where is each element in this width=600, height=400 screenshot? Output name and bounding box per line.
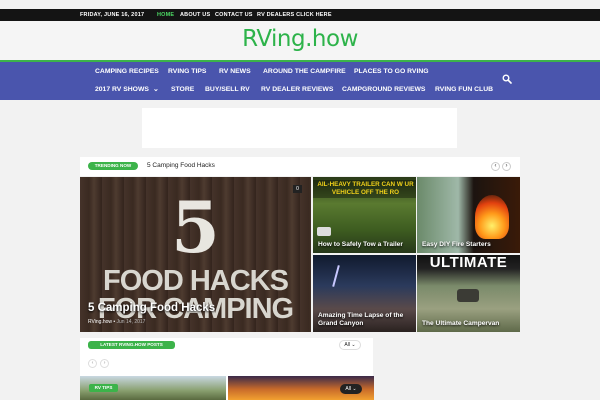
tile-title[interactable]: How to Safely Tow a Trailer	[318, 241, 403, 249]
tile-image-text: ULTIMATE	[429, 255, 508, 271]
featured-image-text: FOOD HACKS FOR CAMPING	[97, 265, 294, 325]
filter-value: All	[345, 386, 351, 392]
tile-title[interactable]: Easy DIY Fire Starters	[422, 241, 491, 249]
topbar-link-home[interactable]: HOME	[157, 12, 174, 18]
topbar-link-contact-us[interactable]: CONTACT US	[215, 12, 253, 18]
nav-item-camping-recipes[interactable]: CAMPING RECIPES	[95, 68, 159, 75]
latest-post-road[interactable]: RV TIPS	[80, 376, 226, 400]
latest-next-button[interactable]: ›	[100, 359, 109, 368]
search-icon[interactable]	[502, 74, 512, 84]
site-logo[interactable]: RVing.how	[0, 26, 600, 52]
top-bar: FRIDAY, JUNE 16, 2017 HOME ABOUT US CONT…	[0, 9, 600, 21]
latest-prev-button[interactable]: ‹	[88, 359, 97, 368]
nav-item-rv-shows[interactable]: 2017 RV SHOWS	[95, 86, 149, 93]
nav-item-around-the-campfire[interactable]: AROUND THE CAMPFIRE	[263, 68, 346, 75]
ad-banner[interactable]	[142, 108, 457, 148]
featured-post-title[interactable]: 5 Camping Food Hacks	[88, 302, 215, 314]
tile-title[interactable]: Amazing Time Lapse of the Grand Canyon	[318, 312, 416, 328]
nav-item-rving-tips[interactable]: RVING TIPS	[168, 68, 206, 75]
post-tile-ultimate-campervan[interactable]: ULTIMATE The Ultimate Campervan	[417, 255, 520, 332]
filter-value: All	[344, 342, 350, 348]
post-tile-tow-trailer[interactable]: AIL-HEAVY TRAILER CAN W UR VEHICLE OFF T…	[313, 177, 416, 253]
lightning-shape	[332, 265, 340, 287]
trending-prev-button[interactable]: ‹	[491, 162, 500, 171]
featured-image-number: 5	[171, 186, 220, 269]
featured-post-author[interactable]: RVing.how	[88, 319, 112, 325]
post-tile-grand-canyon[interactable]: Amazing Time Lapse of the Grand Canyon	[313, 255, 416, 332]
filter-select[interactable]: All ⌄	[340, 384, 362, 394]
trending-badge: TRENDING NOW	[88, 162, 138, 170]
tile-image-text: AIL-HEAVY TRAILER CAN W UR VEHICLE OFF T…	[317, 181, 414, 196]
latest-filter-select[interactable]: All ⌄	[339, 340, 361, 350]
trailer-shape	[317, 227, 331, 236]
tile-title[interactable]: The Ultimate Campervan	[422, 320, 499, 328]
chevron-down-icon[interactable]: ⌄	[153, 85, 159, 93]
nav-item-places-to-go[interactable]: PLACES TO GO RVING	[354, 68, 429, 75]
nav-item-campground-reviews[interactable]: CAMPGROUND REVIEWS	[342, 86, 425, 93]
fire-shape	[475, 195, 509, 239]
chevron-down-icon: ⌄	[351, 342, 356, 348]
latest-post-sunset[interactable]: All ⌄	[228, 376, 374, 400]
featured-post-date: Jun 14, 2017	[116, 319, 146, 325]
post-tile-fire-starters[interactable]: Easy DIY Fire Starters	[417, 177, 520, 253]
chevron-down-icon: ⌄	[352, 386, 357, 392]
trending-title[interactable]: 5 Camping Food Hacks	[147, 162, 215, 169]
featured-post-meta: RVing.how • Jun 14, 2017	[88, 319, 145, 325]
nav-item-store[interactable]: STORE	[171, 86, 194, 93]
comment-count[interactable]: 0	[293, 185, 302, 193]
trending-next-button[interactable]: ›	[502, 162, 511, 171]
campervan-shape	[457, 289, 479, 302]
current-date: FRIDAY, JUNE 16, 2017	[80, 12, 145, 18]
nav-item-rv-dealer-reviews[interactable]: RV DEALER REVIEWS	[261, 86, 333, 93]
category-badge[interactable]: RV TIPS	[89, 384, 118, 392]
nav-item-buy-sell-rv[interactable]: BUY/SELL RV	[205, 86, 250, 93]
nav-item-rving-fun-club[interactable]: RVING FUN CLUB	[435, 86, 493, 93]
trending-bar	[80, 157, 520, 176]
nav-item-rv-news[interactable]: RV NEWS	[219, 68, 251, 75]
topbar-link-about-us[interactable]: ABOUT US	[180, 12, 210, 18]
latest-posts-label: LATEST RVING.HOW POSTS	[88, 341, 175, 349]
topbar-link-rv-dealers[interactable]: RV DEALERS CLICK HERE	[257, 12, 332, 18]
